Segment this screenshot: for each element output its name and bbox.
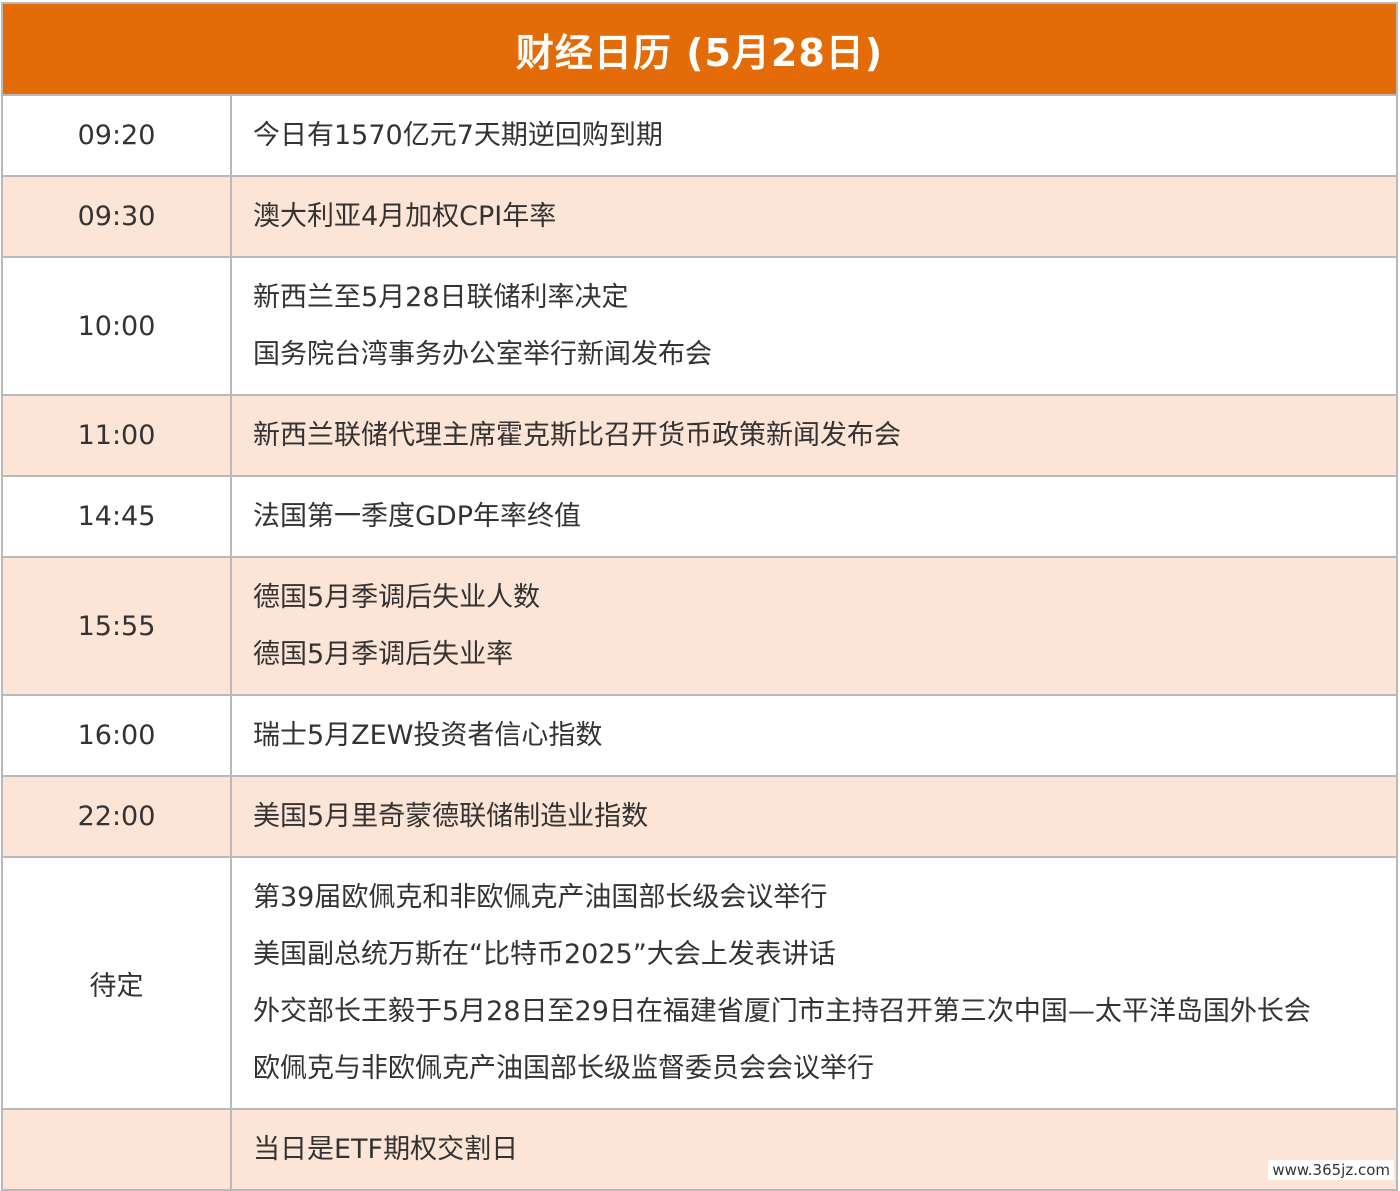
row-events: 美国5月里奇蒙德联储制造业指数	[232, 777, 1396, 856]
event-item: 法国第一季度GDP年率终值	[253, 501, 581, 532]
row-events: 德国5月季调后失业人数 德国5月季调后失业率	[232, 558, 1396, 694]
event-item: 瑞士5月ZEW投资者信心指数	[253, 720, 603, 751]
event-item: 欧佩克与非欧佩克产油国部长级监督委员会会议举行	[253, 1053, 874, 1084]
event-item: 澳大利亚4月加权CPI年率	[253, 201, 557, 232]
row-time: 11:00	[3, 396, 232, 475]
calendar-row: 14:45 法国第一季度GDP年率终值	[3, 477, 1396, 558]
row-time: 14:45	[3, 477, 232, 556]
row-time: 10:00	[3, 258, 232, 394]
watermark: www.365jz.com	[1268, 1160, 1394, 1180]
event-item: 当日是ETF期权交割日	[253, 1134, 519, 1165]
event-item: 外交部长王毅于5月28日至29日在福建省厦门市主持召开第三次中国—太平洋岛国外长…	[253, 996, 1311, 1027]
row-events: 新西兰联储代理主席霍克斯比召开货币政策新闻发布会	[232, 396, 1396, 475]
row-time: 待定	[3, 858, 232, 1108]
row-events: 第39届欧佩克和非欧佩克产油国部长级会议举行 美国副总统万斯在“比特币2025”大…	[232, 858, 1396, 1108]
row-time: 22:00	[3, 777, 232, 856]
row-events: 新西兰至5月28日联储利率决定国务院台湾事务办公室举行新闻发布会	[232, 258, 1396, 394]
row-time	[3, 1110, 232, 1189]
row-time: 09:20	[3, 96, 232, 175]
row-events: 瑞士5月ZEW投资者信心指数	[232, 696, 1396, 775]
event-item: 国务院台湾事务办公室举行新闻发布会	[253, 339, 712, 370]
event-item: 德国5月季调后失业人数	[253, 582, 541, 613]
calendar-row: 10:00 新西兰至5月28日联储利率决定 国务院台湾事务办公室举行新闻发布会	[3, 258, 1396, 396]
event-item: 第39届欧佩克和非欧佩克产油国部长级会议举行	[253, 882, 828, 913]
event-item: 美国5月里奇蒙德联储制造业指数	[253, 801, 649, 832]
calendar-row: 09:20 今日有1570亿元7天期逆回购到期	[3, 96, 1396, 177]
event-item: 德国5月季调后失业率	[253, 639, 514, 670]
calendar-row: 15:55 德国5月季调后失业人数 德国5月季调后失业率	[3, 558, 1396, 696]
calendar-row: 11:00 新西兰联储代理主席霍克斯比召开货币政策新闻发布会	[3, 396, 1396, 477]
event-item: 新西兰联储代理主席霍克斯比召开货币政策新闻发布会	[253, 420, 901, 451]
row-events: 今日有1570亿元7天期逆回购到期	[232, 96, 1396, 175]
calendar-row: 09:30 澳大利亚4月加权CPI年率	[3, 177, 1396, 258]
row-events: 法国第一季度GDP年率终值	[232, 477, 1396, 556]
calendar-row: 当日是ETF期权交割日	[3, 1110, 1396, 1191]
calendar-row: 22:00 美国5月里奇蒙德联储制造业指数	[3, 777, 1396, 858]
event-item: 美国副总统万斯在“比特币2025”大会上发表讲话	[253, 939, 836, 970]
row-events: 澳大利亚4月加权CPI年率	[232, 177, 1396, 256]
row-time: 15:55	[3, 558, 232, 694]
financial-calendar: 财经日历 (5月28日) 09:20 今日有1570亿元7天期逆回购到期 09:30…	[1, 2, 1398, 1191]
row-events: 当日是ETF期权交割日	[232, 1110, 1396, 1189]
row-time: 16:00	[3, 696, 232, 775]
event-item: 新西兰至5月28日联储利率决定	[253, 282, 629, 313]
calendar-row: 待定 第39届欧佩克和非欧佩克产油国部长级会议举行 美国副总统万斯在“比特币2025…	[3, 858, 1396, 1110]
row-time: 09:30	[3, 177, 232, 256]
event-item: 今日有1570亿元7天期逆回购到期	[253, 120, 663, 151]
calendar-title: 财经日历 (5月28日)	[3, 4, 1396, 96]
calendar-row: 16:00 瑞士5月ZEW投资者信心指数	[3, 696, 1396, 777]
calendar-rows: 09:20 今日有1570亿元7天期逆回购到期 09:30 澳大利亚4月加权CPI年率…	[3, 96, 1396, 1191]
